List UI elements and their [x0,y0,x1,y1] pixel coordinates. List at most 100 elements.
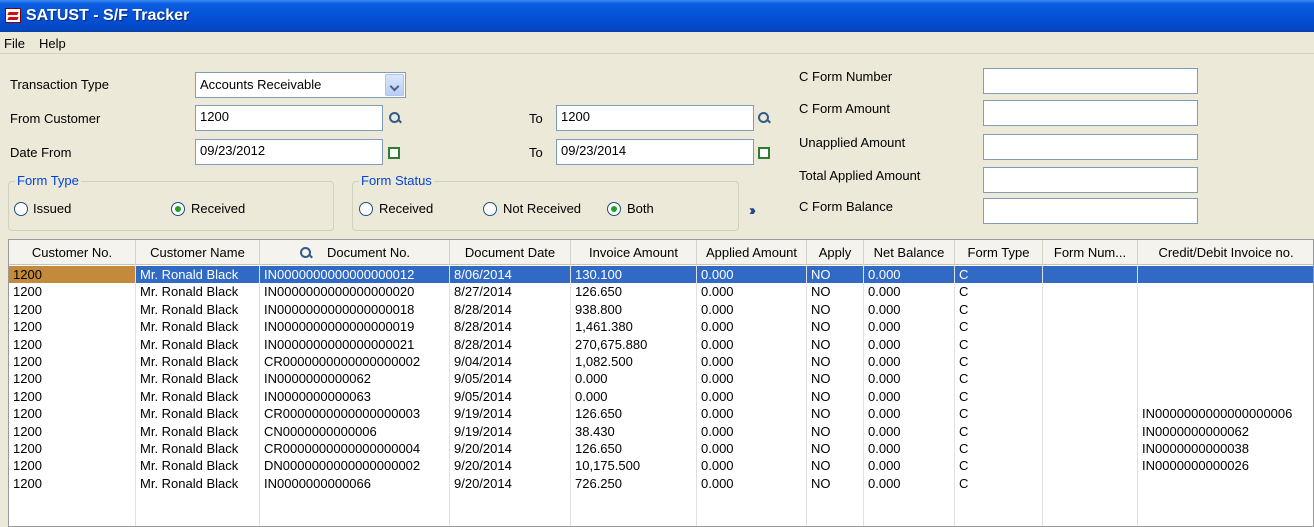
col-apply-cell[interactable]: NO [807,300,864,319]
col-customer-no-cell[interactable]: 1200 [9,370,136,388]
col-document-no-cell[interactable]: IN0000000000062 [260,370,450,388]
col-customer-no-cell[interactable]: 1200 [9,318,136,336]
col-net-balance-cell[interactable]: 0.000 [864,266,955,284]
col-customer-no-cell[interactable]: 1200 [9,422,136,440]
col-credit-debit-invoice-cell[interactable] [1138,475,1313,492]
col-applied-amount-cell[interactable]: 0.000 [697,353,807,371]
col-form-num-cell[interactable] [1043,283,1138,301]
col-applied-amount-cell[interactable]: 0.000 [697,300,807,319]
col-customer-name-cell[interactable]: Mr. Ronald Black [136,300,260,319]
col-invoice-amount-cell[interactable]: 38.430 [571,422,697,440]
col-document-date-cell[interactable]: 9/19/2014 [450,405,571,423]
col-applied-amount-cell[interactable]: 0.000 [697,405,807,423]
col-document-date-cell[interactable]: 9/20/2014 [450,440,571,458]
col-invoice-amount-cell[interactable]: 130.100 [571,266,697,284]
col-document-date-cell[interactable]: 8/28/2014 [450,318,571,336]
col-form-type-cell[interactable]: C [955,387,1043,406]
col-applied-amount-cell[interactable]: 0.000 [697,474,807,493]
form-type-received-radio[interactable] [171,202,185,216]
unapplied-amount-input[interactable] [983,134,1198,160]
col-form-type-cell[interactable]: C [955,335,1043,353]
col-document-no-cell[interactable]: IN0000000000000000020 [260,283,450,301]
col-credit-debit-invoice-header[interactable]: Credit/Debit Invoice no. [1138,240,1313,265]
col-document-no-header[interactable]: Document No. [260,240,450,265]
col-customer-name-cell[interactable]: Mr. Ronald Black [136,370,260,388]
col-credit-debit-invoice-cell[interactable] [1138,301,1313,318]
to-customer-input[interactable]: 1200 [556,105,754,131]
col-credit-debit-invoice-cell[interactable]: IN0000000000062 [1138,423,1313,440]
col-customer-name-header[interactable]: Customer Name [136,240,260,265]
col-form-num-cell[interactable] [1043,353,1138,371]
col-document-date-cell[interactable]: 8/27/2014 [450,283,571,301]
form-status-not-received-radio[interactable] [483,202,497,216]
col-apply-cell[interactable]: NO [807,266,864,284]
col-customer-name-cell[interactable]: Mr. Ronald Black [136,318,260,336]
col-customer-no-cell[interactable]: 1200 [9,266,136,284]
col-applied-amount-cell[interactable]: 0.000 [697,335,807,353]
col-customer-name-cell[interactable]: Mr. Ronald Black [136,457,260,475]
col-credit-debit-invoice-cell[interactable] [1138,318,1313,335]
col-customer-no-cell[interactable]: 1200 [9,474,136,493]
col-customer-name-cell[interactable]: Mr. Ronald Black [136,387,260,406]
col-form-type-header[interactable]: Form Type [955,240,1043,265]
col-net-balance-cell[interactable]: 0.000 [864,370,955,388]
col-applied-amount-cell[interactable]: 0.000 [697,440,807,458]
col-apply-cell[interactable]: NO [807,283,864,301]
table-row[interactable]: 1200 Mr. Ronald Black CN0000000000006 9/19/… [9,422,1313,440]
col-net-balance-cell[interactable]: 0.000 [864,422,955,440]
col-credit-debit-invoice-cell[interactable]: IN0000000000038 [1138,440,1313,457]
col-invoice-amount-cell[interactable]: 10,175.500 [571,457,697,475]
table-row[interactable]: 1200 Mr. Ronald Black IN000000000000000001… [9,266,1313,284]
col-customer-name-cell[interactable]: Mr. Ronald Black [136,266,260,284]
col-net-balance-cell[interactable]: 0.000 [864,283,955,301]
col-invoice-amount-header[interactable]: Invoice Amount [571,240,697,265]
col-net-balance-cell[interactable]: 0.000 [864,300,955,319]
col-form-type-cell[interactable]: C [955,266,1043,284]
table-row[interactable]: 1200 Mr. Ronald Black IN000000000000000001… [9,318,1313,336]
table-row[interactable]: 1200 Mr. Ronald Black IN000000000000000002… [9,283,1313,301]
col-customer-no-cell[interactable]: 1200 [9,457,136,475]
col-customer-no-cell[interactable]: 1200 [9,387,136,406]
expand-chevron-icon[interactable]: ›› [749,202,756,219]
col-credit-debit-invoice-cell[interactable] [1138,370,1313,387]
col-net-balance-cell[interactable]: 0.000 [864,335,955,353]
col-invoice-amount-cell[interactable]: 938.800 [571,300,697,319]
col-form-num-cell[interactable] [1043,370,1138,388]
menu-file[interactable]: File [4,36,25,51]
table-row[interactable]: 1200 Mr. Ronald Black IN0000000000063 9/05/… [9,387,1313,406]
date-from-input[interactable]: 09/23/2012 [195,139,383,165]
col-apply-cell[interactable]: NO [807,457,864,475]
form-status-received-radio[interactable] [359,202,373,216]
col-customer-name-cell[interactable]: Mr. Ronald Black [136,422,260,440]
col-document-date-cell[interactable]: 9/19/2014 [450,422,571,440]
col-credit-debit-invoice-cell[interactable] [1138,266,1313,283]
col-document-no-cell[interactable]: IN0000000000063 [260,387,450,406]
col-invoice-amount-cell[interactable]: 1,082.500 [571,353,697,371]
col-form-type-cell[interactable]: C [955,353,1043,371]
col-net-balance-cell[interactable]: 0.000 [864,353,955,371]
col-form-num-header[interactable]: Form Num... [1043,240,1138,265]
col-customer-name-cell[interactable]: Mr. Ronald Black [136,405,260,423]
col-net-balance-cell[interactable]: 0.000 [864,474,955,493]
col-document-no-cell[interactable]: CR0000000000000000004 [260,440,450,458]
col-customer-no-cell[interactable]: 1200 [9,300,136,319]
form-status-both-label[interactable]: Both [627,201,654,216]
col-document-no-cell[interactable]: IN0000000000000000021 [260,335,450,353]
col-document-no-cell[interactable]: IN0000000000000000019 [260,318,450,336]
col-net-balance-header[interactable]: Net Balance [864,240,955,265]
col-customer-name-cell[interactable]: Mr. Ronald Black [136,353,260,371]
col-credit-debit-invoice-cell[interactable] [1138,388,1313,405]
date-to-input[interactable]: 09/23/2014 [556,139,754,165]
table-row[interactable]: 1200 Mr. Ronald Black DN000000000000000000… [9,457,1313,475]
col-document-date-cell[interactable]: 8/28/2014 [450,335,571,353]
col-customer-no-cell[interactable]: 1200 [9,353,136,371]
col-document-no-cell[interactable]: DN0000000000000000002 [260,457,450,475]
transactions-grid[interactable]: Customer No. Customer Name Document No. Doc… [8,239,1314,527]
col-invoice-amount-cell[interactable]: 0.000 [571,370,697,388]
col-credit-debit-invoice-cell[interactable] [1138,336,1313,353]
col-customer-no-header[interactable]: Customer No. [9,240,136,265]
col-document-date-cell[interactable]: 9/20/2014 [450,474,571,493]
total-applied-amount-input[interactable] [983,167,1198,193]
col-form-num-cell[interactable] [1043,266,1138,284]
col-credit-debit-invoice-cell[interactable] [1138,283,1313,300]
